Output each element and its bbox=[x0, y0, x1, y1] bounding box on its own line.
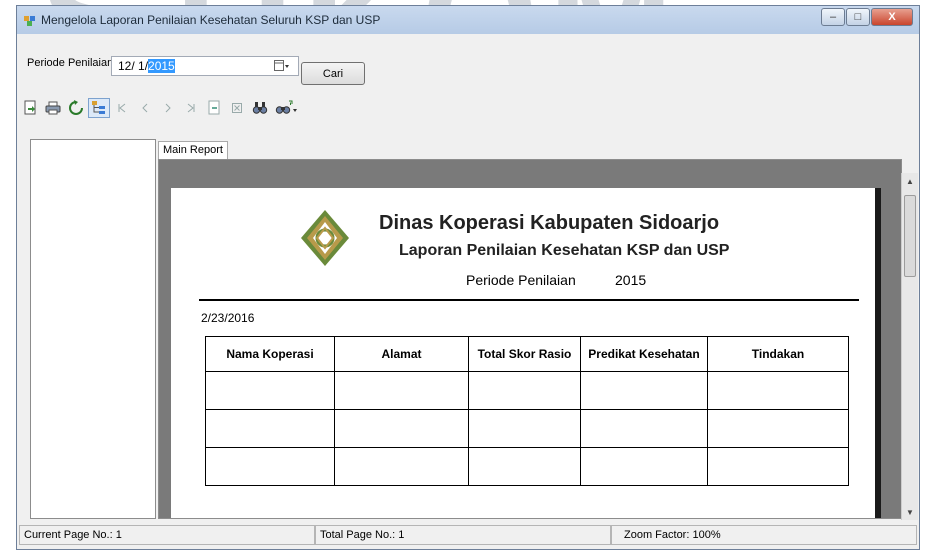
group-tree-icon bbox=[92, 101, 105, 114]
column-header: Alamat bbox=[334, 336, 469, 372]
table-row bbox=[205, 447, 849, 486]
table-cell bbox=[468, 409, 581, 448]
table-header-row: Nama Koperasi Alamat Total Skor Rasio Pr… bbox=[205, 336, 849, 372]
print-icon bbox=[45, 101, 61, 115]
periode-date-picker[interactable]: 12/ 1/2015 bbox=[111, 56, 299, 76]
report-title: Dinas Koperasi Kabupaten Sidoarjo bbox=[379, 212, 720, 234]
vertical-scrollbar[interactable]: ▲ ▼ bbox=[901, 173, 918, 520]
print-button[interactable] bbox=[42, 98, 64, 118]
find-button[interactable] bbox=[249, 98, 271, 118]
window-controls: – □ X bbox=[820, 8, 913, 28]
table-cell bbox=[205, 409, 335, 448]
calendar-dropdown-icon[interactable] bbox=[274, 60, 290, 72]
report-toolbar bbox=[19, 96, 899, 120]
scroll-up-icon[interactable]: ▲ bbox=[902, 173, 918, 189]
total-page-status: Total Page No.: 1 bbox=[315, 525, 611, 545]
zoom-icon bbox=[275, 100, 297, 114]
maximize-button[interactable]: □ bbox=[846, 8, 870, 26]
table-cell bbox=[468, 447, 581, 486]
previous-page-icon bbox=[142, 103, 148, 113]
table-cell bbox=[707, 371, 849, 410]
report-table: Nama Koperasi Alamat Total Skor Rasio Pr… bbox=[205, 336, 849, 486]
table-cell bbox=[205, 447, 335, 486]
table-cell bbox=[468, 371, 581, 410]
zoom-factor-status: Zoom Factor: 100% bbox=[611, 525, 917, 545]
close-icon: X bbox=[888, 11, 896, 23]
stop-button[interactable] bbox=[226, 98, 248, 118]
first-page-icon bbox=[118, 103, 126, 113]
periode-label: Periode Penilaian bbox=[27, 57, 114, 69]
window-title: Mengelola Laporan Penilaian Kesehatan Se… bbox=[41, 13, 381, 27]
table-cell bbox=[707, 409, 849, 448]
zoom-button[interactable] bbox=[272, 98, 300, 118]
report-print-date: 2/23/2016 bbox=[201, 311, 255, 325]
date-value[interactable]: 12/ 1/2015 bbox=[118, 59, 175, 73]
first-page-button[interactable] bbox=[111, 98, 133, 118]
table-row bbox=[205, 409, 849, 448]
table-cell bbox=[580, 371, 708, 410]
koperasi-logo bbox=[301, 210, 349, 266]
table-cell bbox=[580, 447, 708, 486]
close-button[interactable]: X bbox=[871, 8, 913, 26]
table-cell bbox=[707, 447, 849, 486]
table-cell bbox=[334, 409, 469, 448]
next-page-button[interactable] bbox=[157, 98, 179, 118]
table-cell bbox=[205, 371, 335, 410]
refresh-icon bbox=[69, 100, 83, 115]
status-bar: Current Page No.: 1 Total Page No.: 1 Zo… bbox=[19, 525, 917, 547]
goto-page-button[interactable] bbox=[203, 98, 225, 118]
report-subtitle: Laporan Penilaian Kesehatan KSP dan USP bbox=[399, 242, 730, 259]
scroll-thumb[interactable] bbox=[904, 195, 916, 277]
title-bar[interactable]: Mengelola Laporan Penilaian Kesehatan Se… bbox=[17, 6, 919, 34]
find-icon bbox=[252, 102, 268, 114]
report-page: Dinas Koperasi Kabupaten Sidoarjo Lapora… bbox=[171, 188, 875, 518]
group-tree-panel[interactable] bbox=[30, 139, 156, 519]
export-button[interactable] bbox=[19, 98, 41, 118]
minimize-icon: – bbox=[829, 11, 837, 23]
report-viewport[interactable]: Dinas Koperasi Kabupaten Sidoarjo Lapora… bbox=[158, 159, 902, 519]
date-prefix: 12/ 1/ bbox=[118, 59, 149, 73]
report-periode-value: 2015 bbox=[615, 272, 647, 288]
table-cell bbox=[580, 409, 708, 448]
column-header: Nama Koperasi bbox=[205, 336, 335, 372]
last-page-button[interactable] bbox=[180, 98, 202, 118]
column-header: Tindakan bbox=[707, 336, 849, 372]
previous-page-button[interactable] bbox=[134, 98, 156, 118]
search-button[interactable]: Cari bbox=[301, 62, 365, 85]
column-header: Predikat Kesehatan bbox=[580, 336, 708, 372]
filter-bar: Periode Penilaian 12/ 1/2015 bbox=[17, 34, 919, 78]
export-icon bbox=[24, 100, 36, 115]
scroll-down-icon[interactable]: ▼ bbox=[902, 504, 918, 520]
main-window: Mengelola Laporan Penilaian Kesehatan Se… bbox=[16, 5, 920, 550]
maximize-icon: □ bbox=[854, 11, 862, 23]
header-divider bbox=[199, 299, 859, 301]
date-selected-year: 2015 bbox=[148, 59, 175, 73]
tab-main-report[interactable]: Main Report bbox=[158, 141, 228, 159]
next-page-icon bbox=[165, 103, 171, 113]
table-cell bbox=[334, 447, 469, 486]
column-header: Total Skor Rasio bbox=[468, 336, 581, 372]
app-icon bbox=[24, 16, 35, 26]
table-row bbox=[205, 371, 849, 410]
report-periode-label: Periode Penilaian bbox=[466, 272, 576, 288]
table-cell bbox=[334, 371, 469, 410]
refresh-button[interactable] bbox=[65, 98, 87, 118]
current-page-status: Current Page No.: 1 bbox=[19, 525, 315, 545]
goto-page-icon bbox=[208, 100, 220, 115]
stop-icon bbox=[232, 103, 242, 113]
last-page-icon bbox=[187, 103, 195, 113]
minimize-button[interactable]: – bbox=[821, 8, 845, 26]
group-tree-button[interactable] bbox=[88, 98, 110, 118]
